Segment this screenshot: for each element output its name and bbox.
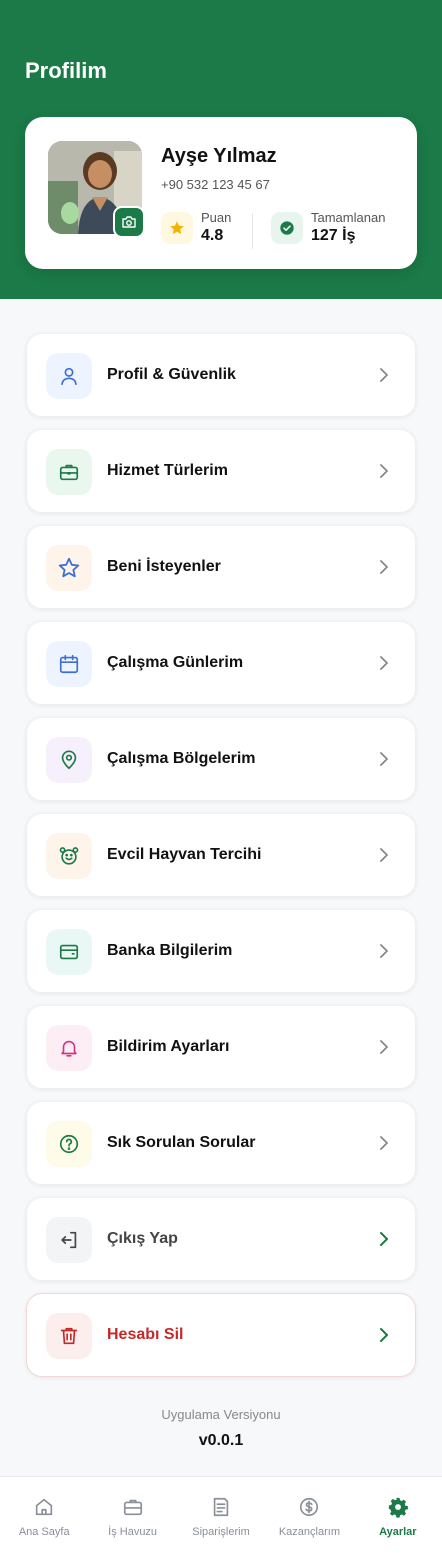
- chevron-right-icon: [380, 848, 388, 862]
- nav-item-label: Ana Sayfa: [18, 1526, 70, 1538]
- change-photo-button[interactable]: [113, 206, 145, 238]
- menu-item-service-types[interactable]: Hizmet Türlerim: [26, 429, 416, 513]
- nav-item-settings[interactable]: Ayarlar: [354, 1477, 442, 1553]
- menu-item-label: Profil & Güvenlik: [107, 366, 236, 383]
- gear-icon: [388, 1497, 408, 1518]
- menu-item-label: Çalışma Günlerim: [107, 654, 244, 671]
- settings-menu: Profil & Güvenlik Hizmet Türlerim Beni İ…: [26, 333, 416, 1389]
- version-value: v0.0.1: [198, 1432, 244, 1449]
- chevron-right-icon: [380, 1040, 388, 1054]
- menu-item-pet-preference[interactable]: Evcil Hayvan Tercihi: [26, 813, 416, 897]
- briefcase-icon: [46, 449, 92, 495]
- menu-item-label: Bildirim Ayarları: [107, 1038, 230, 1055]
- nav-item-label: Siparişlerim: [192, 1526, 250, 1538]
- menu-item-bank-info[interactable]: Banka Bilgilerim: [26, 909, 416, 993]
- chevron-right-icon: [380, 368, 388, 382]
- profile-card: Ayşe Yılmaz +90 532 123 45 67 Puan 4.8 T…: [25, 117, 417, 269]
- menu-item-label: Beni İsteyenler: [107, 558, 221, 575]
- menu-item-label: Çalışma Bölgelerim: [107, 750, 256, 767]
- star-icon: [46, 545, 92, 591]
- chevron-right-icon: [380, 464, 388, 478]
- help-circle-icon: [46, 1121, 92, 1167]
- nav-item-home[interactable]: Ana Sayfa: [0, 1477, 88, 1553]
- location-pin-icon: [46, 737, 92, 783]
- user-icon: [46, 353, 92, 399]
- menu-item-requesters[interactable]: Beni İsteyenler: [26, 525, 416, 609]
- menu-item-profile-security[interactable]: Profil & Güvenlik: [26, 333, 416, 417]
- menu-item-label: Sık Sorulan Sorular: [107, 1134, 256, 1151]
- dollar-circle-icon: [300, 1497, 319, 1517]
- camera-icon: [122, 216, 136, 228]
- nav-item-orders[interactable]: Siparişlerim: [177, 1477, 265, 1553]
- rating-value: 4.8: [201, 227, 224, 244]
- chevron-right-icon: [380, 752, 388, 766]
- bottom-nav: Ana Sayfa İş Havuzu Siparişlerim Kazançl…: [0, 1476, 442, 1553]
- menu-item-label: Hesabı Sil: [107, 1326, 184, 1343]
- rating-stat: Puan 4.8: [161, 210, 231, 246]
- chevron-right-icon: [380, 656, 388, 670]
- menu-item-delete-account[interactable]: Hesabı Sil: [26, 1293, 416, 1377]
- completed-stat: Tamamlanan 127 İş: [271, 210, 385, 246]
- chevron-right-icon: [380, 1136, 388, 1150]
- calendar-icon: [46, 641, 92, 687]
- page-title: Profilim: [25, 58, 107, 83]
- nav-item-label: Ayarlar: [379, 1526, 417, 1538]
- menu-item-working-days[interactable]: Çalışma Günlerim: [26, 621, 416, 705]
- completed-value: 127 İş: [311, 227, 356, 244]
- bell-icon: [46, 1025, 92, 1071]
- receipt-icon: [213, 1497, 229, 1517]
- star-icon: [161, 212, 193, 244]
- menu-item-faq[interactable]: Sık Sorulan Sorular: [26, 1101, 416, 1185]
- menu-item-working-regions[interactable]: Çalışma Bölgelerim: [26, 717, 416, 801]
- rating-label: Puan: [201, 210, 232, 225]
- nav-item-job-pool[interactable]: İş Havuzu: [88, 1477, 176, 1553]
- user-phone: +90 532 123 45 67: [161, 177, 270, 192]
- check-circle-icon: [271, 212, 303, 244]
- chevron-right-icon: [380, 944, 388, 958]
- menu-item-label: Çıkış Yap: [107, 1230, 178, 1247]
- logout-icon: [46, 1217, 92, 1263]
- nav-item-earnings[interactable]: Kazançlarım: [265, 1477, 353, 1553]
- briefcase-icon: [123, 1499, 142, 1516]
- header: Profilim Ayşe Yılmaz +90 532 123 45 67 P…: [0, 0, 442, 299]
- chevron-right-icon: [380, 560, 388, 574]
- nav-item-label: İş Havuzu: [108, 1526, 158, 1538]
- menu-item-label: Evcil Hayvan Tercihi: [107, 846, 262, 863]
- trash-icon: [46, 1313, 92, 1359]
- stat-divider: [252, 213, 253, 249]
- menu-item-logout[interactable]: Çıkış Yap: [26, 1197, 416, 1281]
- menu-item-label: Banka Bilgilerim: [107, 942, 233, 959]
- pet-icon: [46, 833, 92, 879]
- completed-label: Tamamlanan: [311, 210, 386, 225]
- menu-item-notification-settings[interactable]: Bildirim Ayarları: [26, 1005, 416, 1089]
- version-label: Uygulama Versiyonu: [161, 1407, 281, 1422]
- wallet-icon: [46, 929, 92, 975]
- chevron-right-icon: [380, 1328, 388, 1342]
- nav-item-label: Kazançlarım: [278, 1526, 340, 1538]
- chevron-right-icon: [380, 1232, 388, 1246]
- home-icon: [36, 1498, 53, 1516]
- menu-item-label: Hizmet Türlerim: [107, 462, 228, 479]
- user-name: Ayşe Yılmaz: [161, 145, 277, 167]
